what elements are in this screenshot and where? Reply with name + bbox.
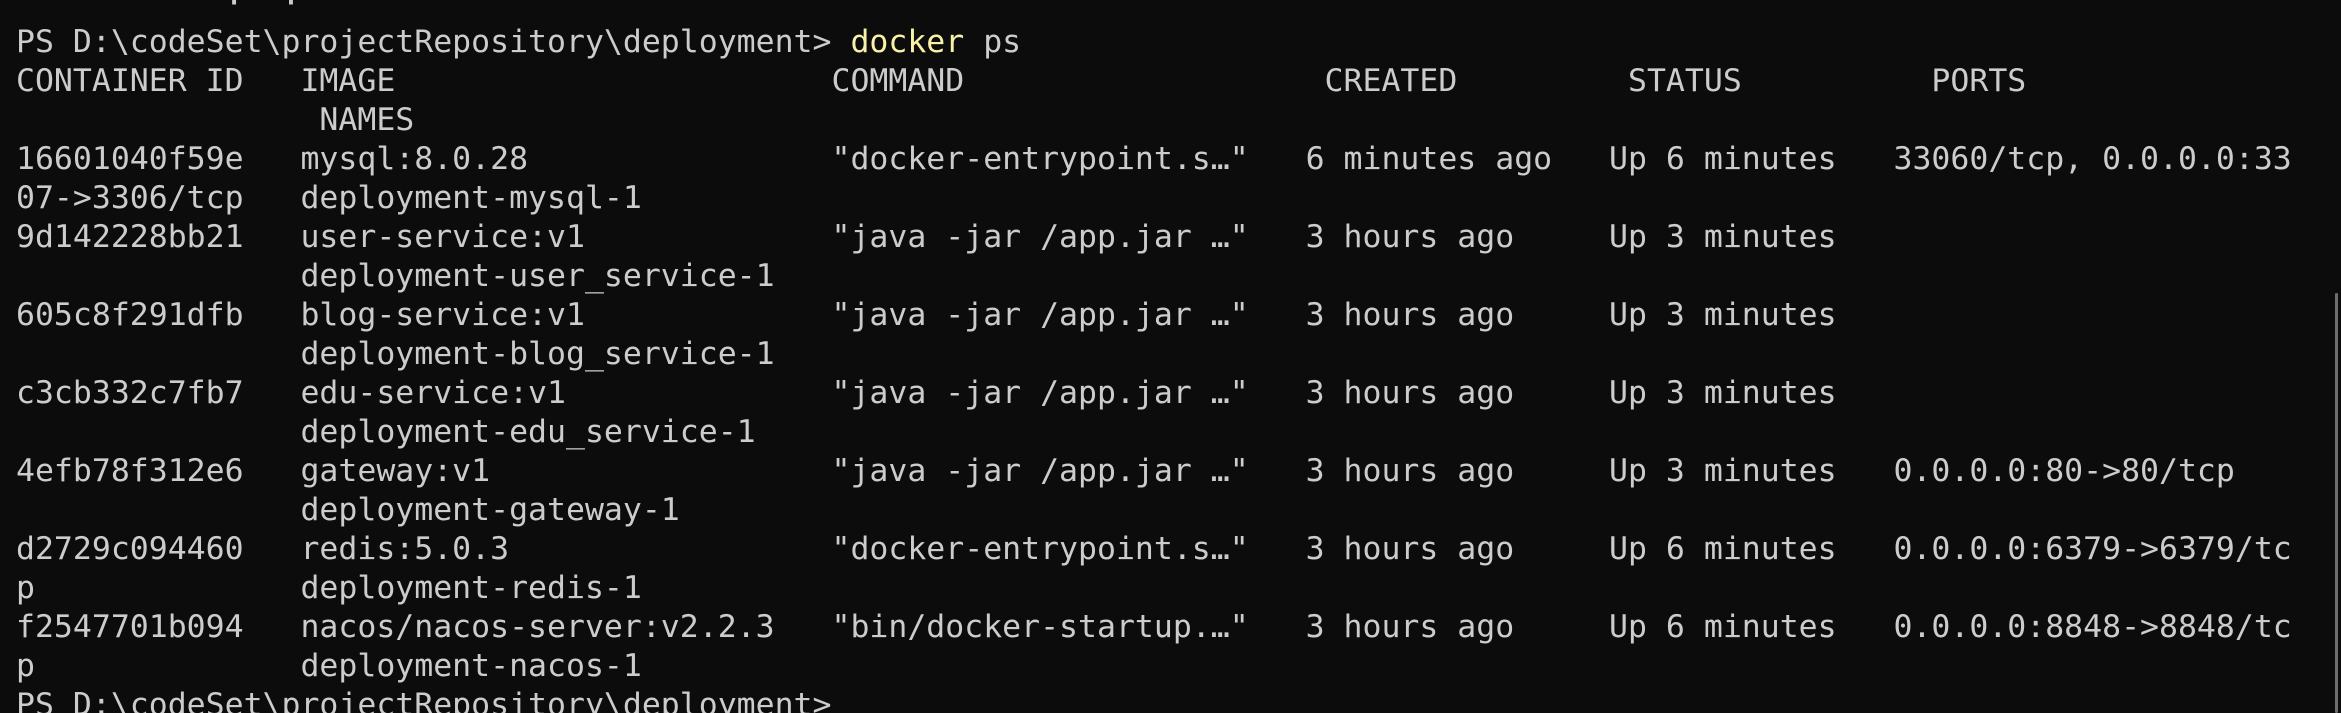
output-text: p deployment-redis-1: [16, 570, 642, 606]
command-args: ps: [964, 24, 1022, 60]
output-text: NAMES: [16, 102, 415, 138]
output-text: deployment-edu_service-1: [16, 414, 756, 450]
output-line: p deployment-redis-1: [16, 569, 2292, 608]
terminal-window[interactable]: · · PS D:\codeSet\projectRepository\deplo…: [0, 0, 2341, 713]
output-line: 16601040f59e mysql:8.0.28 "docker-entryp…: [16, 140, 2292, 179]
output-text: CONTAINER ID IMAGE COMMAND CREATED STATU…: [16, 63, 2027, 99]
output-line: deployment-edu_service-1: [16, 413, 2292, 452]
table-header-line: CONTAINER ID IMAGE COMMAND CREATED STATU…: [16, 62, 2292, 101]
scrollbar-thumb[interactable]: [2335, 293, 2338, 713]
output-line: deployment-user_service-1: [16, 257, 2292, 296]
output-line: deployment-blog_service-1: [16, 335, 2292, 374]
output-line: p deployment-nacos-1: [16, 647, 2292, 686]
output-line: · ·: [16, 0, 2292, 23]
output-text: d2729c094460 redis:5.0.3 "docker-entrypo…: [16, 531, 2292, 567]
output-line: d2729c094460 redis:5.0.3 "docker-entrypo…: [16, 530, 2292, 569]
output-text: 16601040f59e mysql:8.0.28 "docker-entryp…: [16, 141, 2292, 177]
output-text: p deployment-nacos-1: [16, 648, 642, 684]
output-line: f2547701b094 nacos/nacos-server:v2.2.3 "…: [16, 608, 2292, 647]
output-line: 4efb78f312e6 gateway:v1 "java -jar /app.…: [16, 452, 2292, 491]
output-text: c3cb332c7fb7 edu-service:v1 "java -jar /…: [16, 375, 1837, 411]
command-name: docker: [850, 24, 965, 60]
output-line: c3cb332c7fb7 edu-service:v1 "java -jar /…: [16, 374, 2292, 413]
output-text: deployment-user_service-1: [16, 258, 775, 294]
output-text: 9d142228bb21 user-service:v1 "java -jar …: [16, 219, 1837, 255]
output-line: 07->3306/tcp deployment-mysql-1: [16, 179, 2292, 218]
table-header-names-line: NAMES: [16, 101, 2292, 140]
output-line: 9d142228bb21 user-service:v1 "java -jar …: [16, 218, 2292, 257]
terminal-output[interactable]: · · PS D:\codeSet\projectRepository\deplo…: [16, 0, 2292, 713]
command-line: PS D:\codeSet\projectRepository\deployme…: [16, 23, 2292, 62]
output-text: f2547701b094 nacos/nacos-server:v2.2.3 "…: [16, 609, 2292, 645]
scrollbar[interactable]: [2327, 0, 2341, 713]
output-text: 07->3306/tcp deployment-mysql-1: [16, 180, 642, 216]
current-prompt-line[interactable]: PS D:\codeSet\projectRepository\deployme…: [16, 686, 2292, 713]
output-text: · ·: [16, 0, 301, 21]
output-text: 605c8f291dfb blog-service:v1 "java -jar …: [16, 297, 1837, 333]
output-text: deployment-blog_service-1: [16, 336, 775, 372]
shell-prompt: PS D:\codeSet\projectRepository\deployme…: [16, 24, 851, 60]
shell-prompt: PS D:\codeSet\projectRepository\deployme…: [16, 687, 851, 713]
output-text: 4efb78f312e6 gateway:v1 "java -jar /app.…: [16, 453, 2235, 489]
output-text: deployment-gateway-1: [16, 492, 680, 528]
output-line: 605c8f291dfb blog-service:v1 "java -jar …: [16, 296, 2292, 335]
output-line: deployment-gateway-1: [16, 491, 2292, 530]
